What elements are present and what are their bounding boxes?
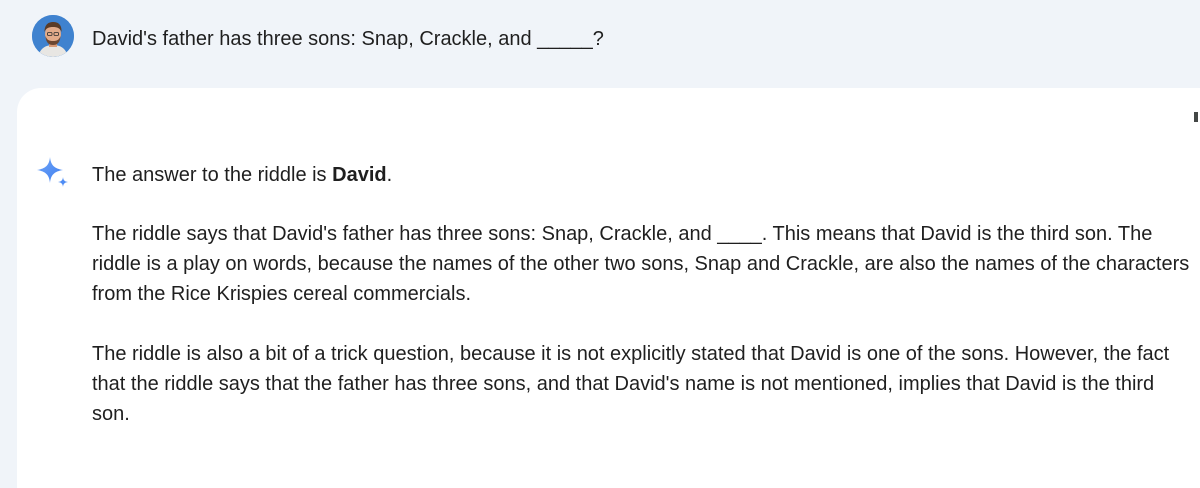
gemini-sparkle-icon: [35, 156, 71, 192]
answer-bold: David: [332, 164, 387, 186]
user-prompt-row: David's father has three sons: Snap, Cra…: [0, 0, 1200, 88]
user-prompt-text: David's father has three sons: Snap, Cra…: [92, 28, 604, 50]
answer-prefix: The answer to the riddle is: [92, 164, 333, 186]
user-avatar-icon: [32, 15, 74, 57]
answer-suffix: .: [386, 164, 393, 186]
response-paragraph-2: The riddle says that David's father has …: [92, 223, 1190, 305]
response-paragraph-3: The riddle is also a bit of a trick ques…: [92, 343, 1170, 425]
user-avatar[interactable]: [32, 15, 74, 57]
response-answer: The answer to the riddle is David.: [92, 160, 1192, 190]
response-body: The answer to the riddle is David. The r…: [92, 160, 1192, 459]
scrollbar-thumb[interactable]: [1194, 112, 1198, 122]
